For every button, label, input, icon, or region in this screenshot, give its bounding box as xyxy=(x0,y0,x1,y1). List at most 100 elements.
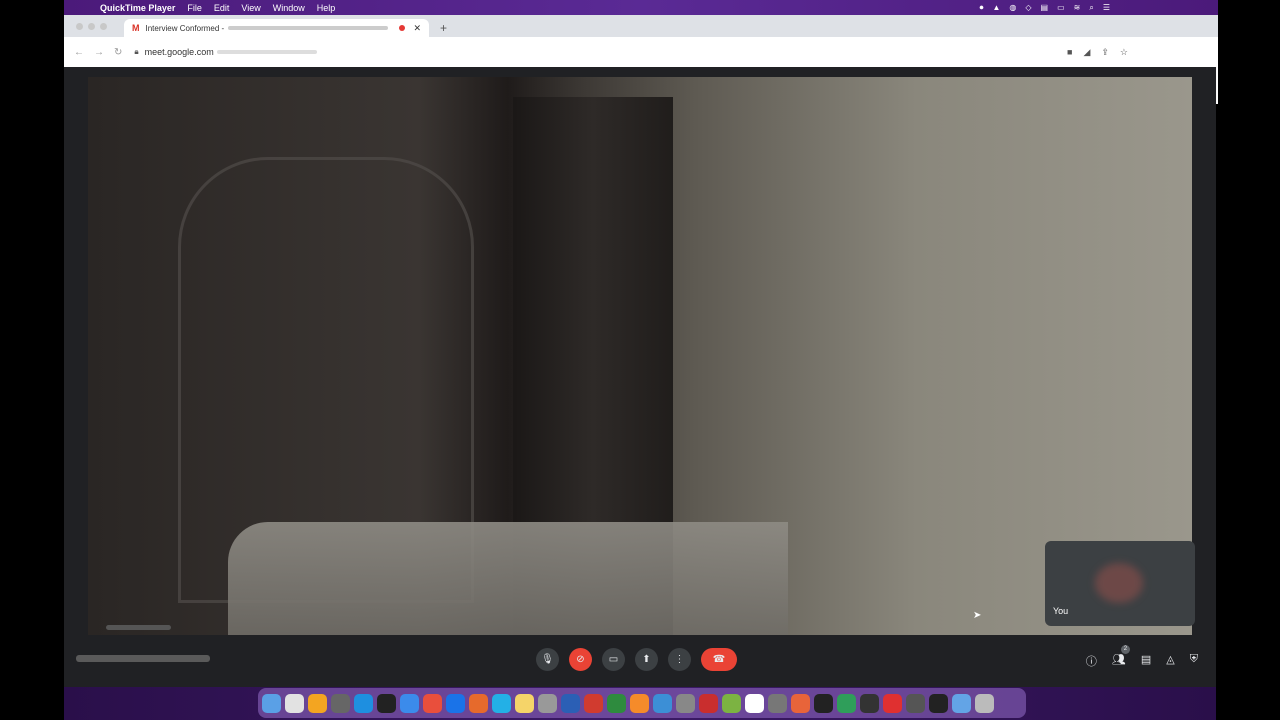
menubar-status-icons: ⏺ ▲ ◍ ◇ ▤ ▭ ≋ ⌕ ☰ xyxy=(979,3,1110,13)
dock-app-icon[interactable] xyxy=(814,693,833,713)
host-controls-icon[interactable]: ⛨ xyxy=(1190,653,1198,669)
globe-icon[interactable]: ◍ xyxy=(1009,3,1016,12)
present-button[interactable]: ⬆ xyxy=(635,648,658,671)
maximize-window-icon[interactable] xyxy=(100,23,107,30)
dock-app-icon[interactable] xyxy=(653,693,672,713)
dock-app-icon[interactable] xyxy=(791,693,810,713)
mouse-cursor-icon: ➤ xyxy=(973,610,982,621)
meet-bottom-bar: 🎙︎ ⊘ ▭ ⬆ ⋮ ☎︎ ⓘ 👥︎ 2 ▤ ◬ ⛨ xyxy=(64,635,1216,687)
dock-app-icon[interactable] xyxy=(538,693,557,713)
side-controls: ⓘ 👥︎ 2 ▤ ◬ ⛨ xyxy=(1086,645,1198,669)
dock-app-icon[interactable] xyxy=(285,693,304,713)
notifications-off-icon[interactable]: ◢ xyxy=(1083,47,1090,58)
present-screen-icon: ⬆ xyxy=(642,654,651,665)
browser-tab[interactable]: M Interview Conformed - ✕ xyxy=(124,19,429,37)
dock-app-icon[interactable] xyxy=(860,693,879,713)
menu-view[interactable]: View xyxy=(241,3,260,13)
dock-app-icon[interactable] xyxy=(607,693,626,713)
dock-app-icon[interactable] xyxy=(400,693,419,713)
tab-title-redacted xyxy=(228,26,389,30)
document-icon[interactable]: ▤ xyxy=(1041,3,1049,12)
dock-app-icon[interactable] xyxy=(423,693,442,713)
dock-app-icon[interactable] xyxy=(446,693,465,713)
participant-count-badge: 2 xyxy=(1120,645,1130,654)
dock-app-icon[interactable] xyxy=(492,693,511,713)
dock-app-icon[interactable] xyxy=(584,693,603,713)
tab-strip: M Interview Conformed - ✕ + xyxy=(64,15,1218,37)
dock-app-icon[interactable] xyxy=(354,693,373,713)
dock-app-icon[interactable] xyxy=(975,693,994,713)
browser-toolbar: ← → ↻ 🔒︎ meet.google.com ■ ◢ ⇪ ☆ xyxy=(64,37,1218,104)
new-tab-icon[interactable]: + xyxy=(440,21,447,35)
dock-app-icon[interactable] xyxy=(768,693,787,713)
menu-file[interactable]: File xyxy=(187,3,202,13)
browser-window: M Interview Conformed - ✕ + ← → ↻ 🔒︎ mee… xyxy=(64,15,1218,104)
wifi-icon[interactable]: ≋ xyxy=(1074,3,1081,12)
camera-icon[interactable]: ■ xyxy=(1067,47,1072,58)
dock-app-icon[interactable] xyxy=(308,693,327,713)
forward-icon[interactable]: → xyxy=(94,47,104,58)
dock-app-icon[interactable] xyxy=(952,693,971,713)
dock-app-icon[interactable] xyxy=(837,693,856,713)
reload-icon[interactable]: ↻ xyxy=(114,47,122,58)
window-controls xyxy=(76,23,107,30)
more-options-button[interactable]: ⋮ xyxy=(668,648,691,671)
control-center-icon[interactable]: ☰ xyxy=(1103,3,1110,12)
dock-app-icon[interactable] xyxy=(883,693,902,713)
camera-off-icon: ⊘ xyxy=(576,654,585,665)
captions-button[interactable]: ▭ xyxy=(602,648,625,671)
dock-app-icon[interactable] xyxy=(929,693,948,713)
self-view-label: You xyxy=(1053,606,1069,616)
gmail-icon: M xyxy=(132,23,140,33)
battery-icon[interactable]: ▭ xyxy=(1057,3,1065,12)
dock-app-icon[interactable] xyxy=(561,693,580,713)
info-icon[interactable]: ⓘ xyxy=(1086,653,1097,669)
chat-icon[interactable]: ▤ xyxy=(1141,653,1151,669)
microphone-button[interactable]: 🎙︎ xyxy=(536,648,559,671)
dock-app-icon[interactable] xyxy=(906,693,925,713)
dock-app-icon[interactable] xyxy=(331,693,350,713)
camera-off-button[interactable]: ⊘ xyxy=(569,648,592,671)
people-button[interactable]: 👥︎ 2 xyxy=(1112,645,1130,669)
dock-app-icon[interactable] xyxy=(699,693,718,713)
address-bar[interactable]: meet.google.com xyxy=(145,47,214,57)
meet-call-area: ▮▮ You 🎙︎ ⊘ ▭ ⬆ ⋮ ☎︎ ⓘ 👥︎2 ▤ ◬ ⛨ xyxy=(64,67,1216,687)
dock-app-icon[interactable] xyxy=(469,693,488,713)
main-video-feed[interactable]: ▮▮ xyxy=(88,77,1192,635)
menu-help[interactable]: Help xyxy=(317,3,336,13)
close-tab-icon[interactable]: ✕ xyxy=(413,23,421,34)
bookmark-icon[interactable]: ☆ xyxy=(1120,47,1128,58)
menu-app-name[interactable]: QuickTime Player xyxy=(100,3,175,13)
leave-call-button[interactable]: ☎︎ xyxy=(701,648,737,671)
hang-up-icon: ☎︎ xyxy=(712,654,726,665)
toolbar-actions: ■ ◢ ⇪ ☆ xyxy=(1067,47,1128,58)
self-view-tile[interactable]: You xyxy=(1045,541,1195,626)
macos-dock xyxy=(258,688,1026,718)
dock-app-icon[interactable] xyxy=(515,693,534,713)
vlc-icon[interactable]: ▲ xyxy=(992,3,1000,12)
close-window-icon[interactable] xyxy=(76,23,83,30)
dock-app-icon[interactable] xyxy=(262,693,281,713)
minimize-window-icon[interactable] xyxy=(88,23,95,30)
self-avatar xyxy=(1095,563,1143,603)
recording-indicator-icon xyxy=(399,25,406,31)
back-icon[interactable]: ← xyxy=(74,47,84,58)
dock-app-icon[interactable] xyxy=(722,693,741,713)
meeting-name-redacted xyxy=(76,655,210,662)
dropbox-icon[interactable]: ◇ xyxy=(1025,3,1031,12)
dock-app-icon[interactable] xyxy=(377,693,396,713)
call-controls: 🎙︎ ⊘ ▭ ⬆ ⋮ ☎︎ xyxy=(536,648,737,671)
more-vert-icon: ⋮ xyxy=(674,654,685,665)
menu-window[interactable]: Window xyxy=(273,3,305,13)
lock-icon[interactable]: 🔒︎ xyxy=(134,47,138,57)
dock-app-icon[interactable] xyxy=(745,693,764,713)
share-icon[interactable]: ⇪ xyxy=(1101,47,1109,58)
url-redacted xyxy=(216,50,317,54)
menu-edit[interactable]: Edit xyxy=(214,3,230,13)
activities-icon[interactable]: ◬ xyxy=(1166,653,1174,669)
search-icon[interactable]: ⌕ xyxy=(1089,3,1093,13)
record-icon[interactable]: ⏺ xyxy=(979,3,983,13)
dock-app-icon[interactable] xyxy=(630,693,649,713)
video-cloth-shape xyxy=(228,522,788,635)
dock-app-icon[interactable] xyxy=(676,693,695,713)
